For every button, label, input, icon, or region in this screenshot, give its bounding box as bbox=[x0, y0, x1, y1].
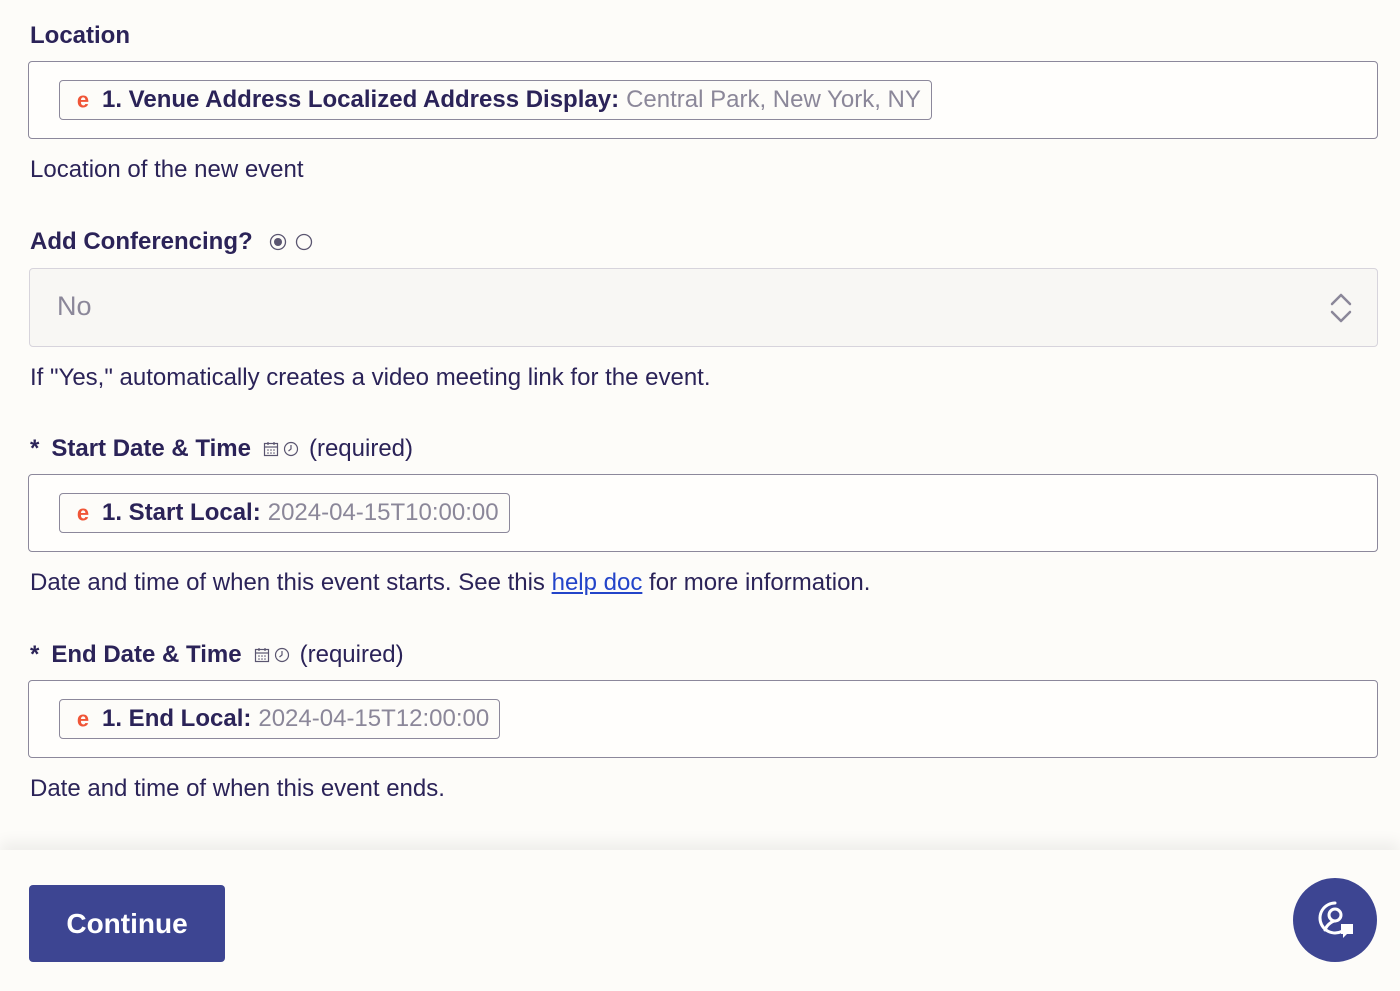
required-text: (required) bbox=[308, 435, 414, 462]
location-field[interactable]: e 1. Venue Address Localized Address Dis… bbox=[28, 61, 1378, 139]
footer-bar: Continue bbox=[0, 850, 1400, 991]
start-datetime-label: * Start Date & Time (required) bbox=[30, 435, 414, 462]
start-pill-key: 1. Start Local: bbox=[102, 499, 261, 526]
clock-icon bbox=[283, 441, 299, 457]
end-pill-key: 1. End Local: bbox=[102, 705, 252, 732]
location-pill-value: Central Park, New York, NY bbox=[626, 86, 921, 113]
required-marker: * bbox=[30, 435, 40, 462]
start-datetime-field[interactable]: e 1. Start Local: 2024-04-15T10:00:00 bbox=[28, 474, 1378, 552]
support-chat-button[interactable] bbox=[1293, 878, 1377, 962]
chevron-up-down-icon bbox=[1330, 293, 1352, 323]
eventbrite-icon: e bbox=[77, 708, 89, 730]
eventbrite-icon: e bbox=[77, 502, 89, 524]
location-pill-key: 1. Venue Address Localized Address Displ… bbox=[102, 86, 620, 113]
end-datetime-label: * End Date & Time (required) bbox=[30, 641, 404, 668]
start-mapped-pill[interactable]: e 1. Start Local: 2024-04-15T10:00:00 bbox=[59, 493, 510, 533]
required-marker: * bbox=[30, 641, 40, 668]
end-datetime-field[interactable]: e 1. End Local: 2024-04-15T12:00:00 bbox=[28, 680, 1378, 758]
help-doc-link[interactable]: help doc bbox=[552, 569, 643, 596]
conferencing-help: If "Yes," automatically creates a video … bbox=[30, 364, 711, 391]
continue-button[interactable]: Continue bbox=[29, 885, 225, 962]
location-label: Location bbox=[30, 22, 130, 49]
conferencing-label: Add Conferencing? bbox=[30, 228, 313, 256]
conferencing-selected-value: No bbox=[57, 291, 92, 321]
eventbrite-icon: e bbox=[77, 89, 89, 111]
datetime-type-icons bbox=[254, 647, 290, 663]
location-mapped-pill[interactable]: e 1. Venue Address Localized Address Dis… bbox=[59, 80, 932, 120]
calendar-icon bbox=[263, 442, 279, 457]
start-datetime-help: Date and time of when this event starts.… bbox=[30, 569, 871, 596]
svg-text:e: e bbox=[77, 89, 89, 111]
radio-unselected-icon[interactable] bbox=[295, 233, 313, 251]
start-pill-value: 2024-04-15T10:00:00 bbox=[267, 499, 499, 526]
datetime-type-icons bbox=[263, 441, 299, 457]
radio-selected-icon[interactable] bbox=[269, 233, 287, 251]
step-form: Location e 1. Venue Address Localized Ad… bbox=[0, 0, 1400, 850]
location-help: Location of the new event bbox=[30, 156, 304, 183]
required-text: (required) bbox=[299, 641, 404, 668]
svg-text:e: e bbox=[77, 502, 89, 524]
calendar-icon bbox=[254, 648, 269, 663]
end-datetime-help: Date and time of when this event ends. bbox=[30, 775, 445, 802]
end-mapped-pill[interactable]: e 1. End Local: 2024-04-15T12:00:00 bbox=[59, 699, 501, 739]
support-agent-icon bbox=[1318, 901, 1353, 938]
clock-icon bbox=[274, 647, 289, 663]
conferencing-select[interactable]: No bbox=[29, 268, 1378, 347]
radio-options bbox=[269, 233, 313, 251]
svg-text:e: e bbox=[77, 708, 89, 730]
end-pill-value: 2024-04-15T12:00:00 bbox=[258, 705, 490, 732]
